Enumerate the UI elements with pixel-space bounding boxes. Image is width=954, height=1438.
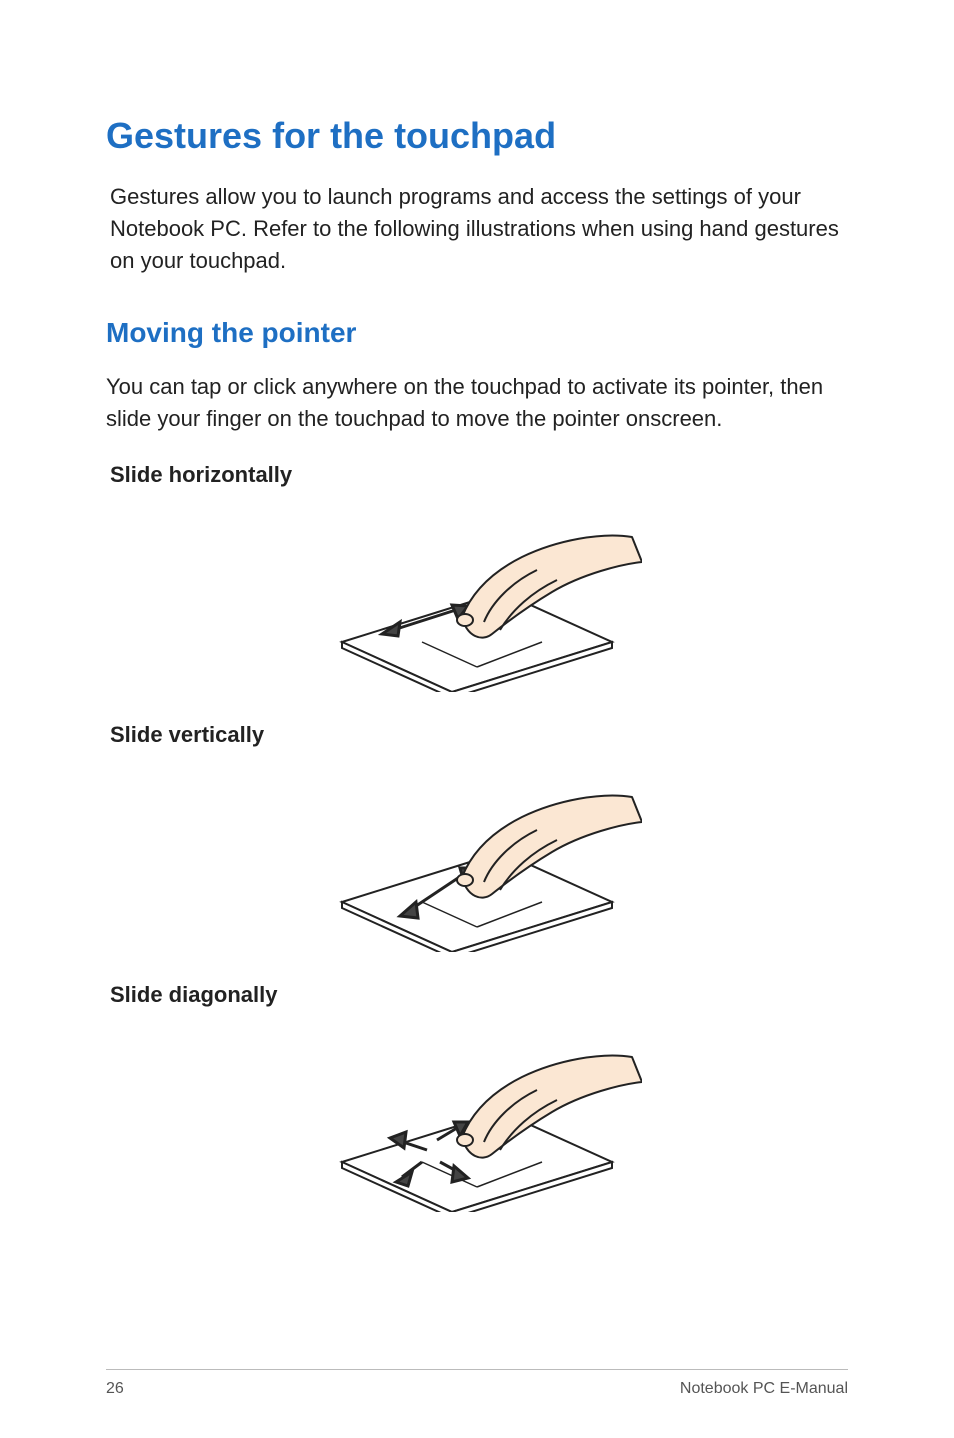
touchpad-gesture-horizontal-icon — [312, 502, 642, 692]
illustration-slide-vertically — [106, 762, 848, 952]
subheading-slide-horizontally: Slide horizontally — [110, 462, 848, 488]
page-footer: 26 Notebook PC E-Manual — [106, 1369, 848, 1398]
touchpad-gesture-diagonal-icon — [312, 1022, 642, 1212]
page-title: Gestures for the touchpad — [106, 115, 848, 157]
illustration-slide-horizontally — [106, 502, 848, 692]
section-body: You can tap or click anywhere on the tou… — [106, 371, 848, 435]
doc-title: Notebook PC E-Manual — [680, 1380, 848, 1398]
subheading-slide-vertically: Slide vertically — [110, 722, 848, 748]
section-heading-moving-pointer: Moving the pointer — [106, 317, 848, 349]
intro-paragraph: Gestures allow you to launch programs an… — [106, 181, 848, 277]
page-number: 26 — [106, 1380, 124, 1398]
illustration-slide-diagonally — [106, 1022, 848, 1212]
subheading-slide-diagonally: Slide diagonally — [110, 982, 848, 1008]
touchpad-gesture-vertical-icon — [312, 762, 642, 952]
page-content: Gestures for the touchpad Gestures allow… — [0, 0, 954, 1212]
